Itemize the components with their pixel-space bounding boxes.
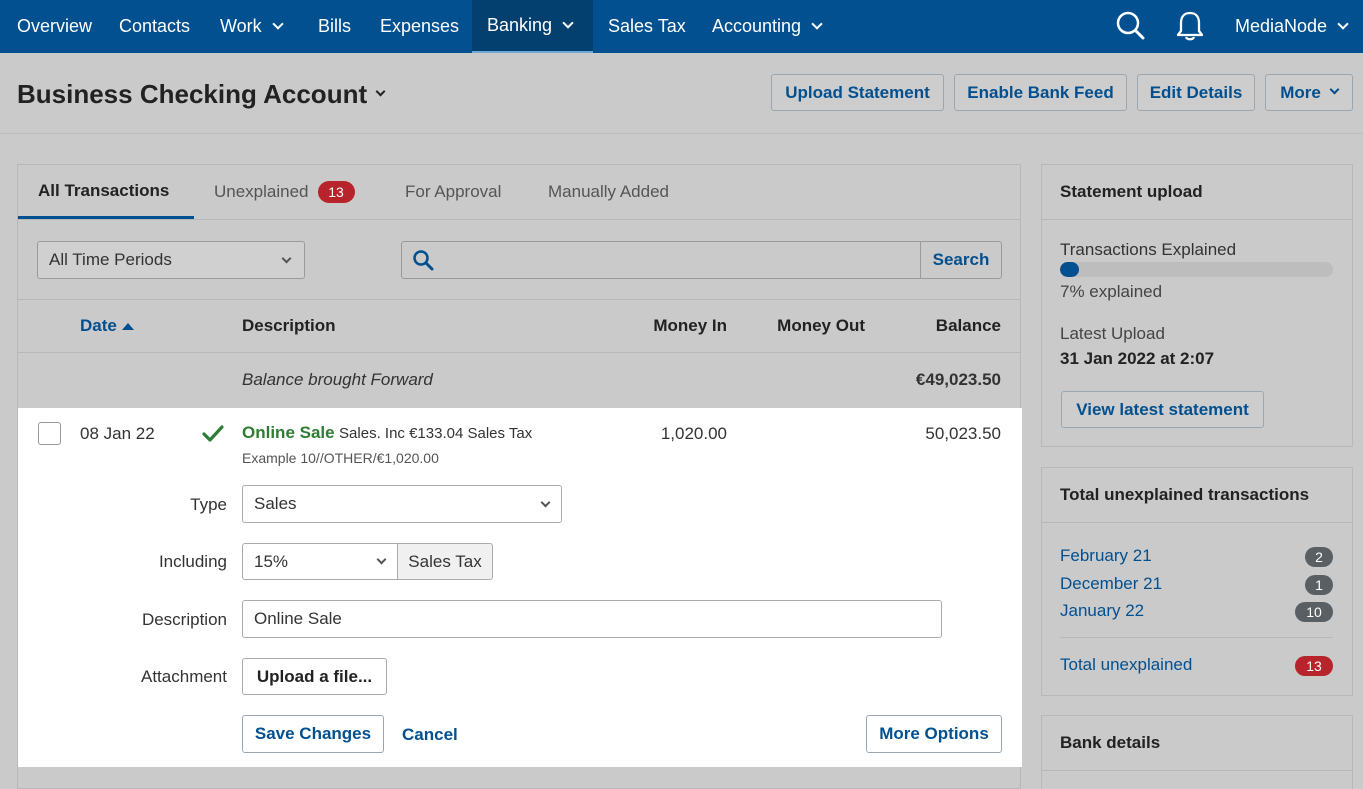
tab-unexplained[interactable]: Unexplained 13 — [194, 165, 375, 219]
divider — [18, 352, 1020, 353]
tax-rate-select[interactable]: 15% — [242, 543, 398, 580]
unexplained-title: Total unexplained transactions — [1042, 468, 1352, 523]
divider — [18, 219, 1020, 220]
transactions-panel: All Transactions Unexplained 13 For Appro… — [17, 164, 1022, 789]
tab-manually-added[interactable]: Manually Added — [528, 165, 689, 219]
tab-all-transactions[interactable]: All Transactions — [18, 165, 194, 219]
row-detail: Sales. Inc €133.04 Sales Tax — [339, 425, 533, 442]
nav-work[interactable]: Work — [205, 0, 297, 53]
save-changes-button[interactable]: Save Changes — [242, 715, 384, 753]
chevron-down-icon — [1329, 84, 1340, 95]
divider — [18, 299, 1020, 300]
total-count-badge: 13 — [1295, 656, 1333, 676]
explained-percent: 7% explained — [1060, 282, 1163, 301]
user-menu[interactable]: MediaNode — [1220, 0, 1362, 53]
chevron-down-icon — [376, 554, 387, 565]
nav-banking[interactable]: Banking — [472, 0, 593, 53]
nav-contacts[interactable]: Contacts — [104, 0, 205, 53]
row-money-in: 1,020.00 — [660, 424, 727, 443]
search-button[interactable]: Search — [920, 242, 1001, 278]
balance-column-header: Balance — [935, 316, 1001, 335]
description-field[interactable]: Online Sale — [242, 600, 942, 638]
bank-details-panel: Bank details — [1041, 715, 1353, 789]
transactions-explained-label: Transactions Explained — [1060, 240, 1237, 259]
total-unexplained-link[interactable]: Total unexplained 13 — [1060, 655, 1333, 677]
sort-ascending-icon — [121, 322, 134, 330]
count-badge: 2 — [1305, 547, 1333, 567]
page-header: Business Checking Account Upload Stateme… — [0, 53, 1363, 134]
explained-progress-fill — [1060, 262, 1080, 277]
more-options-button[interactable]: More Options — [866, 715, 1002, 753]
more-button[interactable]: More — [1265, 74, 1353, 111]
edit-details-button[interactable]: Edit Details — [1137, 74, 1255, 111]
latest-upload-label: Latest Upload — [1060, 324, 1165, 343]
balance-brought-forward-label: Balance brought Forward — [242, 370, 433, 389]
unexplained-panel: Total unexplained transactions February … — [1041, 467, 1353, 696]
period-select[interactable]: All Time Periods — [37, 241, 305, 279]
upload-statement-button[interactable]: Upload Statement — [771, 74, 944, 111]
search-icon[interactable] — [1115, 10, 1147, 42]
account-selector[interactable]: Business Checking Account — [17, 79, 386, 110]
transaction-row-expanded: 08 Jan 22 Online Sale Sales. Inc €133.04… — [18, 408, 1022, 767]
chevron-down-icon — [281, 253, 292, 264]
divider — [1060, 637, 1333, 638]
count-badge: 1 — [1305, 575, 1333, 595]
nav-expenses[interactable]: Expenses — [365, 0, 474, 53]
view-latest-statement-button[interactable]: View latest statement — [1061, 391, 1264, 428]
unexplained-item-february-21[interactable]: February 21 2 — [1060, 546, 1333, 568]
checkmark-icon — [202, 424, 224, 444]
row-reference: Example 10//OTHER/€1,020.00 — [242, 450, 439, 466]
attachment-label: Attachment — [141, 667, 227, 686]
sales-tax-addon: Sales Tax — [397, 543, 493, 580]
unexplained-count-badge: 13 — [317, 181, 355, 203]
count-badge: 10 — [1295, 602, 1333, 622]
row-description: Online Sale Sales. Inc €133.04 Sales Tax — [242, 423, 532, 443]
money-in-column-header: Money In — [653, 316, 727, 335]
row-checkbox[interactable] — [38, 422, 61, 445]
chevron-down-icon — [375, 86, 386, 97]
balance-brought-forward-value: €49,023.50 — [915, 370, 1001, 389]
chevron-down-icon — [562, 16, 574, 29]
nav-overview[interactable]: Overview — [2, 0, 107, 53]
date-column-header[interactable]: Date — [80, 316, 134, 336]
chevron-down-icon — [272, 17, 284, 30]
cancel-link[interactable]: Cancel — [402, 725, 458, 745]
search-bar: Search — [401, 241, 1002, 279]
search-input[interactable] — [442, 244, 912, 276]
description-column-header: Description — [242, 316, 336, 335]
type-select[interactable]: Sales — [242, 485, 562, 523]
statement-upload-panel: Statement upload Transactions Explained … — [1041, 164, 1353, 447]
row-balance: 50,023.50 — [925, 424, 1001, 443]
explained-progress-bar — [1060, 262, 1333, 277]
statement-upload-title: Statement upload — [1042, 165, 1352, 220]
enable-bank-feed-button[interactable]: Enable Bank Feed — [954, 74, 1127, 111]
type-label: Type — [190, 495, 227, 514]
row-date: 08 Jan 22 — [80, 424, 155, 443]
page-title: Business Checking Account — [17, 79, 368, 109]
row-title: Online Sale — [242, 423, 335, 442]
tab-for-approval[interactable]: For Approval — [385, 165, 521, 219]
chevron-down-icon — [1337, 17, 1349, 30]
chevron-down-icon — [540, 497, 551, 508]
money-out-column-header: Money Out — [777, 316, 865, 335]
bank-details-title: Bank details — [1042, 716, 1352, 771]
search-icon — [412, 249, 434, 271]
description-label: Description — [141, 610, 227, 629]
top-navigation: Overview Contacts Work Bills Expenses Ba… — [0, 0, 1363, 53]
chevron-down-icon — [811, 17, 823, 30]
unexplained-item-december-21[interactable]: December 21 1 — [1060, 574, 1333, 596]
bell-icon[interactable] — [1175, 9, 1205, 43]
nav-sales-tax[interactable]: Sales Tax — [593, 0, 701, 53]
including-label: Including — [158, 552, 227, 571]
upload-file-button[interactable]: Upload a file... — [242, 658, 387, 695]
unexplained-item-january-22[interactable]: January 22 10 — [1060, 601, 1333, 623]
nav-accounting[interactable]: Accounting — [697, 0, 836, 53]
latest-upload-value: 31 Jan 2022 at 2:07 — [1060, 349, 1215, 368]
nav-bills[interactable]: Bills — [303, 0, 366, 53]
